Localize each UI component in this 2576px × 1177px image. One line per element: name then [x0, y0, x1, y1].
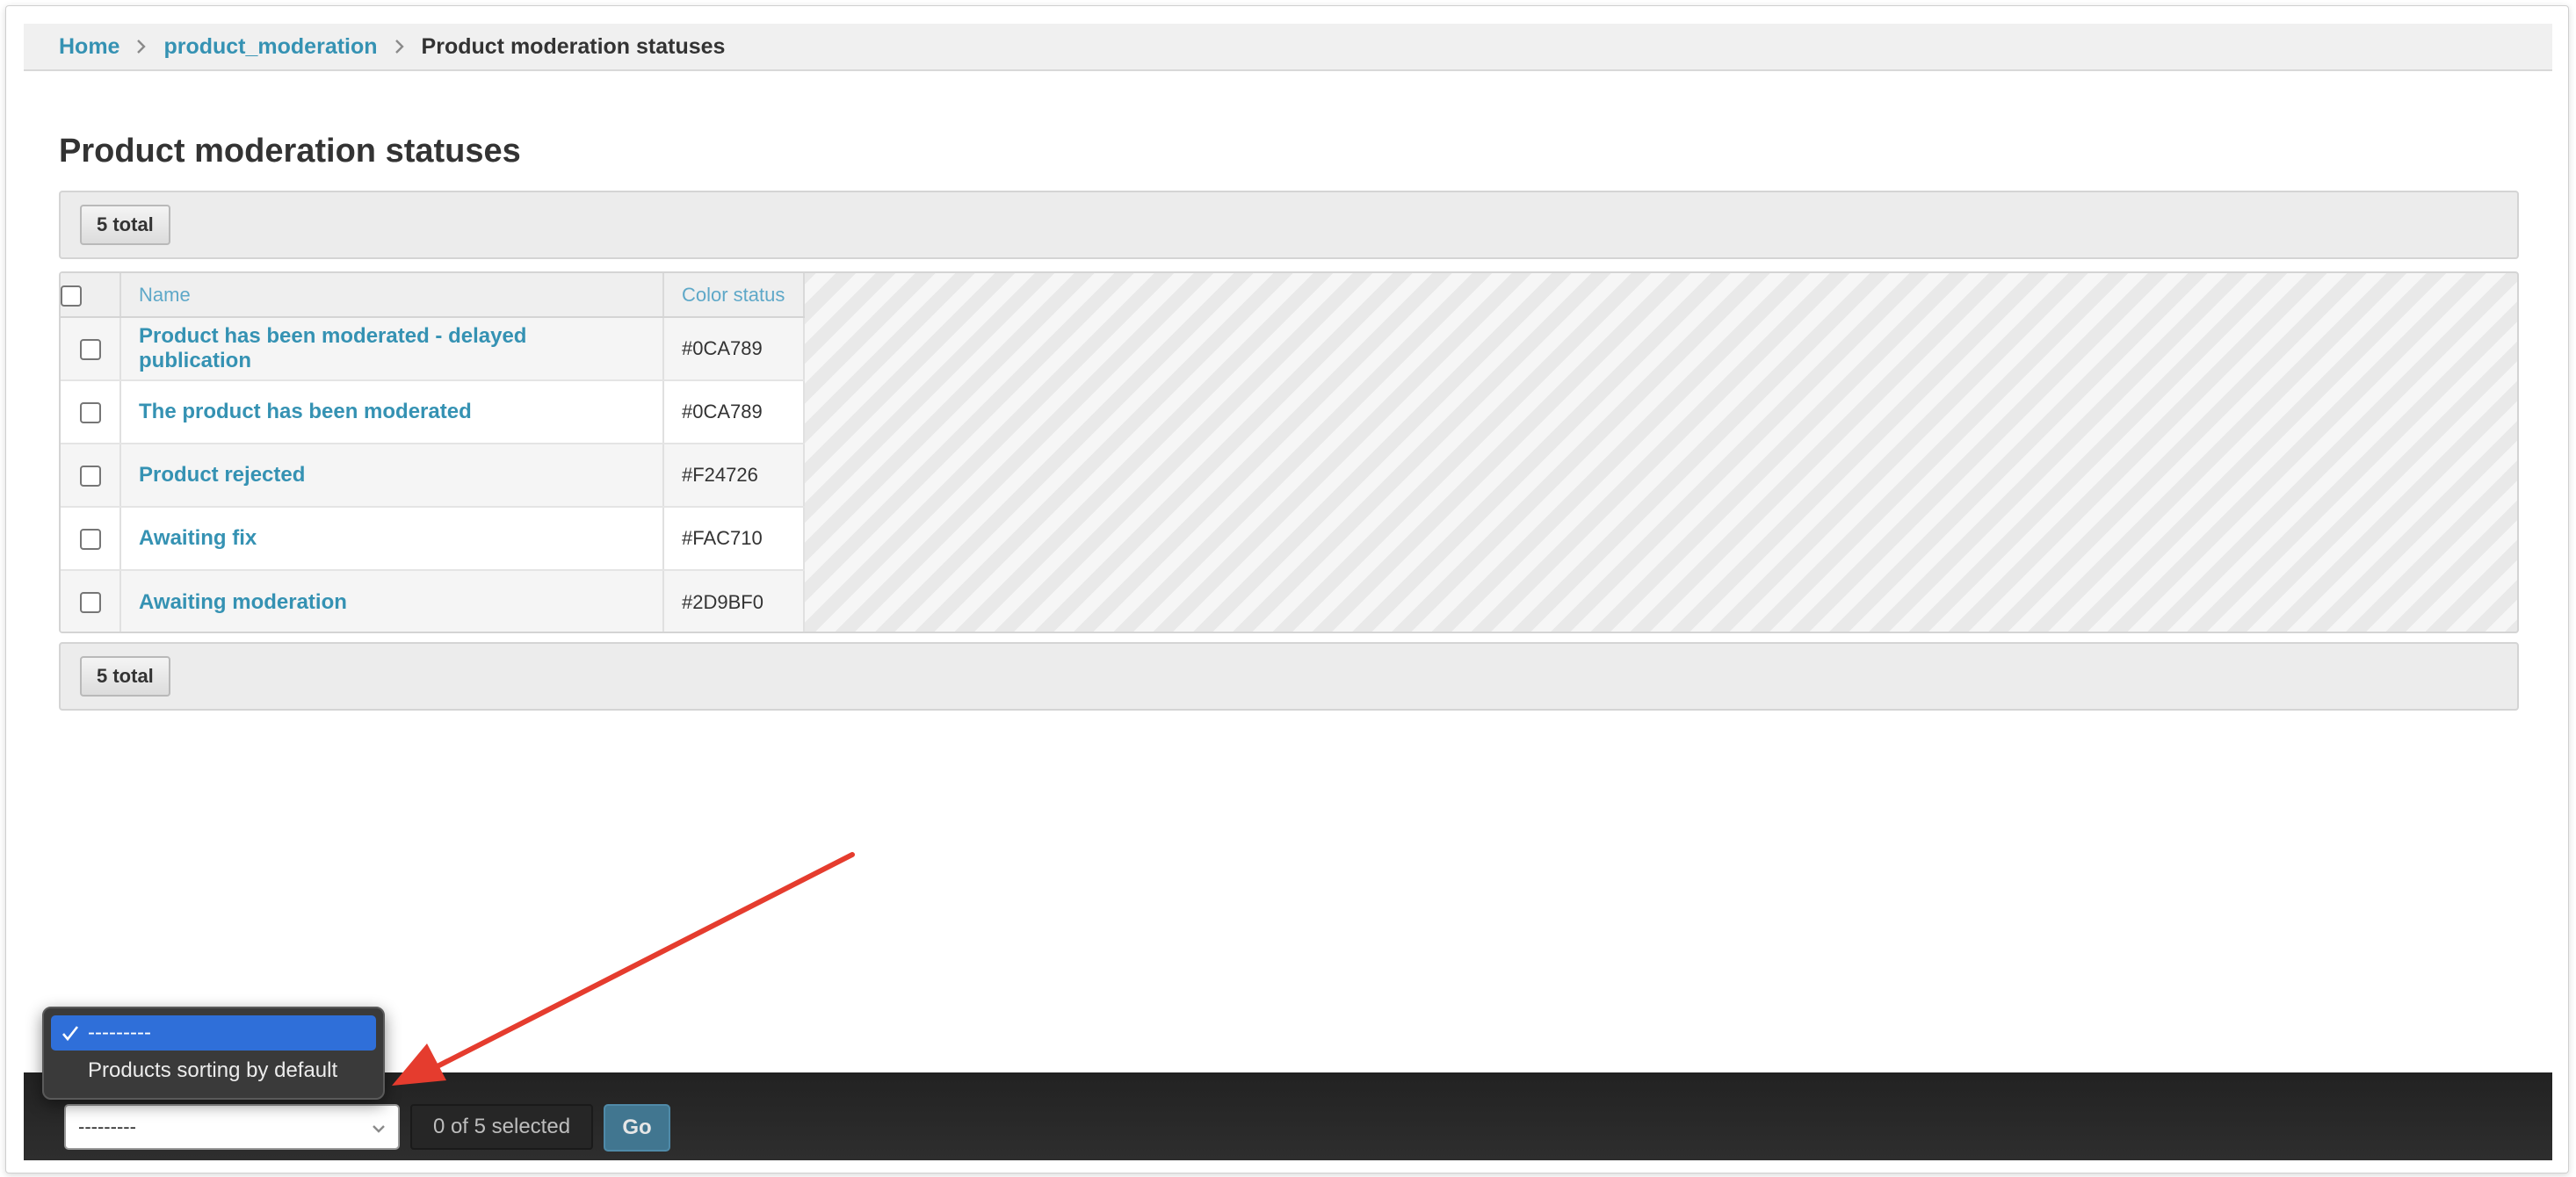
row-checkbox[interactable]	[79, 465, 101, 487]
results-table-container: Name Color status Product has been moder…	[59, 271, 2519, 633]
action-select-value: ---------	[78, 1116, 136, 1137]
color-cell: #FAC710	[663, 507, 805, 571]
go-button[interactable]: Go	[604, 1104, 670, 1152]
paginator-top: 5 total	[59, 191, 2519, 259]
action-select[interactable]: ---------	[64, 1104, 400, 1150]
color-cell: #F24726	[663, 444, 805, 508]
row-select-cell	[61, 380, 121, 444]
row-checkbox[interactable]	[79, 401, 101, 423]
row-checkbox[interactable]	[79, 338, 101, 360]
name-cell: Product has been moderated - delayed pub…	[120, 317, 664, 381]
color-status-value: #2D9BF0	[682, 590, 763, 613]
color-cell: #0CA789	[663, 380, 805, 444]
breadcrumb: Home product_moderation Product moderati…	[24, 24, 2552, 71]
row-checkbox[interactable]	[79, 528, 101, 550]
page-title: Product moderation statuses	[59, 133, 521, 170]
total-count-button[interactable]: 5 total	[80, 205, 170, 245]
color-status-value: #0CA789	[682, 401, 763, 422]
checkmark-icon	[62, 1026, 79, 1042]
color-status-value: #F24726	[682, 464, 758, 486]
table-row: Product rejected #F24726	[61, 444, 805, 508]
chevron-down-icon	[373, 1125, 385, 1133]
breadcrumb-section-link[interactable]: product_moderation	[163, 34, 377, 60]
color-cell: #0CA789	[663, 317, 805, 381]
action-dropdown-menu: --------- Products sorting by default	[42, 1007, 385, 1100]
total-count-button[interactable]: 5 total	[80, 656, 170, 697]
status-name-link[interactable]: Product rejected	[139, 463, 305, 487]
dropdown-option-empty[interactable]: ---------	[51, 1015, 376, 1051]
row-select-cell	[61, 444, 121, 508]
status-name-link[interactable]: Product has been moderated - delayed pub…	[139, 324, 526, 372]
chevron-right-icon	[119, 33, 163, 60]
column-header-color-status[interactable]: Color status	[663, 273, 805, 318]
selection-counter: 0 of 5 selected	[410, 1104, 593, 1150]
paginator-bottom: 5 total	[59, 642, 2519, 711]
select-all-checkbox[interactable]	[61, 285, 82, 307]
select-all-header	[61, 273, 121, 318]
table-row: Product has been moderated - delayed pub…	[61, 317, 805, 381]
column-header-name[interactable]: Name	[120, 273, 664, 318]
table-header-row: Name Color status	[61, 273, 805, 318]
dropdown-option-products-sorting[interactable]: Products sorting by default	[51, 1053, 376, 1088]
name-cell: Awaiting moderation	[120, 570, 664, 632]
actions-bar: --------- 0 of 5 selected Go	[24, 1072, 2552, 1160]
name-cell: Product rejected	[120, 444, 664, 508]
breadcrumb-current: Product moderation statuses	[421, 33, 726, 59]
status-name-link[interactable]: Awaiting fix	[139, 526, 257, 550]
name-cell: The product has been moderated	[120, 380, 664, 444]
row-select-cell	[61, 570, 121, 632]
color-status-value: #FAC710	[682, 527, 763, 549]
row-checkbox[interactable]	[79, 592, 101, 614]
dropdown-option-label: Products sorting by default	[88, 1058, 338, 1082]
color-status-value: #0CA789	[682, 337, 763, 359]
table-row: The product has been moderated #0CA789	[61, 380, 805, 444]
table-row: Awaiting fix #FAC710	[61, 507, 805, 571]
table-row: Awaiting moderation #2D9BF0	[61, 570, 805, 632]
name-cell: Awaiting fix	[120, 507, 664, 571]
status-name-link[interactable]: Awaiting moderation	[139, 590, 347, 614]
status-name-link[interactable]: The product has been moderated	[139, 400, 472, 423]
browser-frame: Home product_moderation Product moderati…	[5, 5, 2569, 1173]
row-select-cell	[61, 317, 121, 381]
dropdown-option-label: ---------	[88, 1021, 151, 1044]
breadcrumb-home-link[interactable]: Home	[59, 34, 119, 60]
color-cell: #2D9BF0	[663, 570, 805, 632]
chevron-right-icon	[378, 33, 422, 60]
row-select-cell	[61, 507, 121, 571]
results-table: Name Color status Product has been moder…	[61, 273, 805, 632]
